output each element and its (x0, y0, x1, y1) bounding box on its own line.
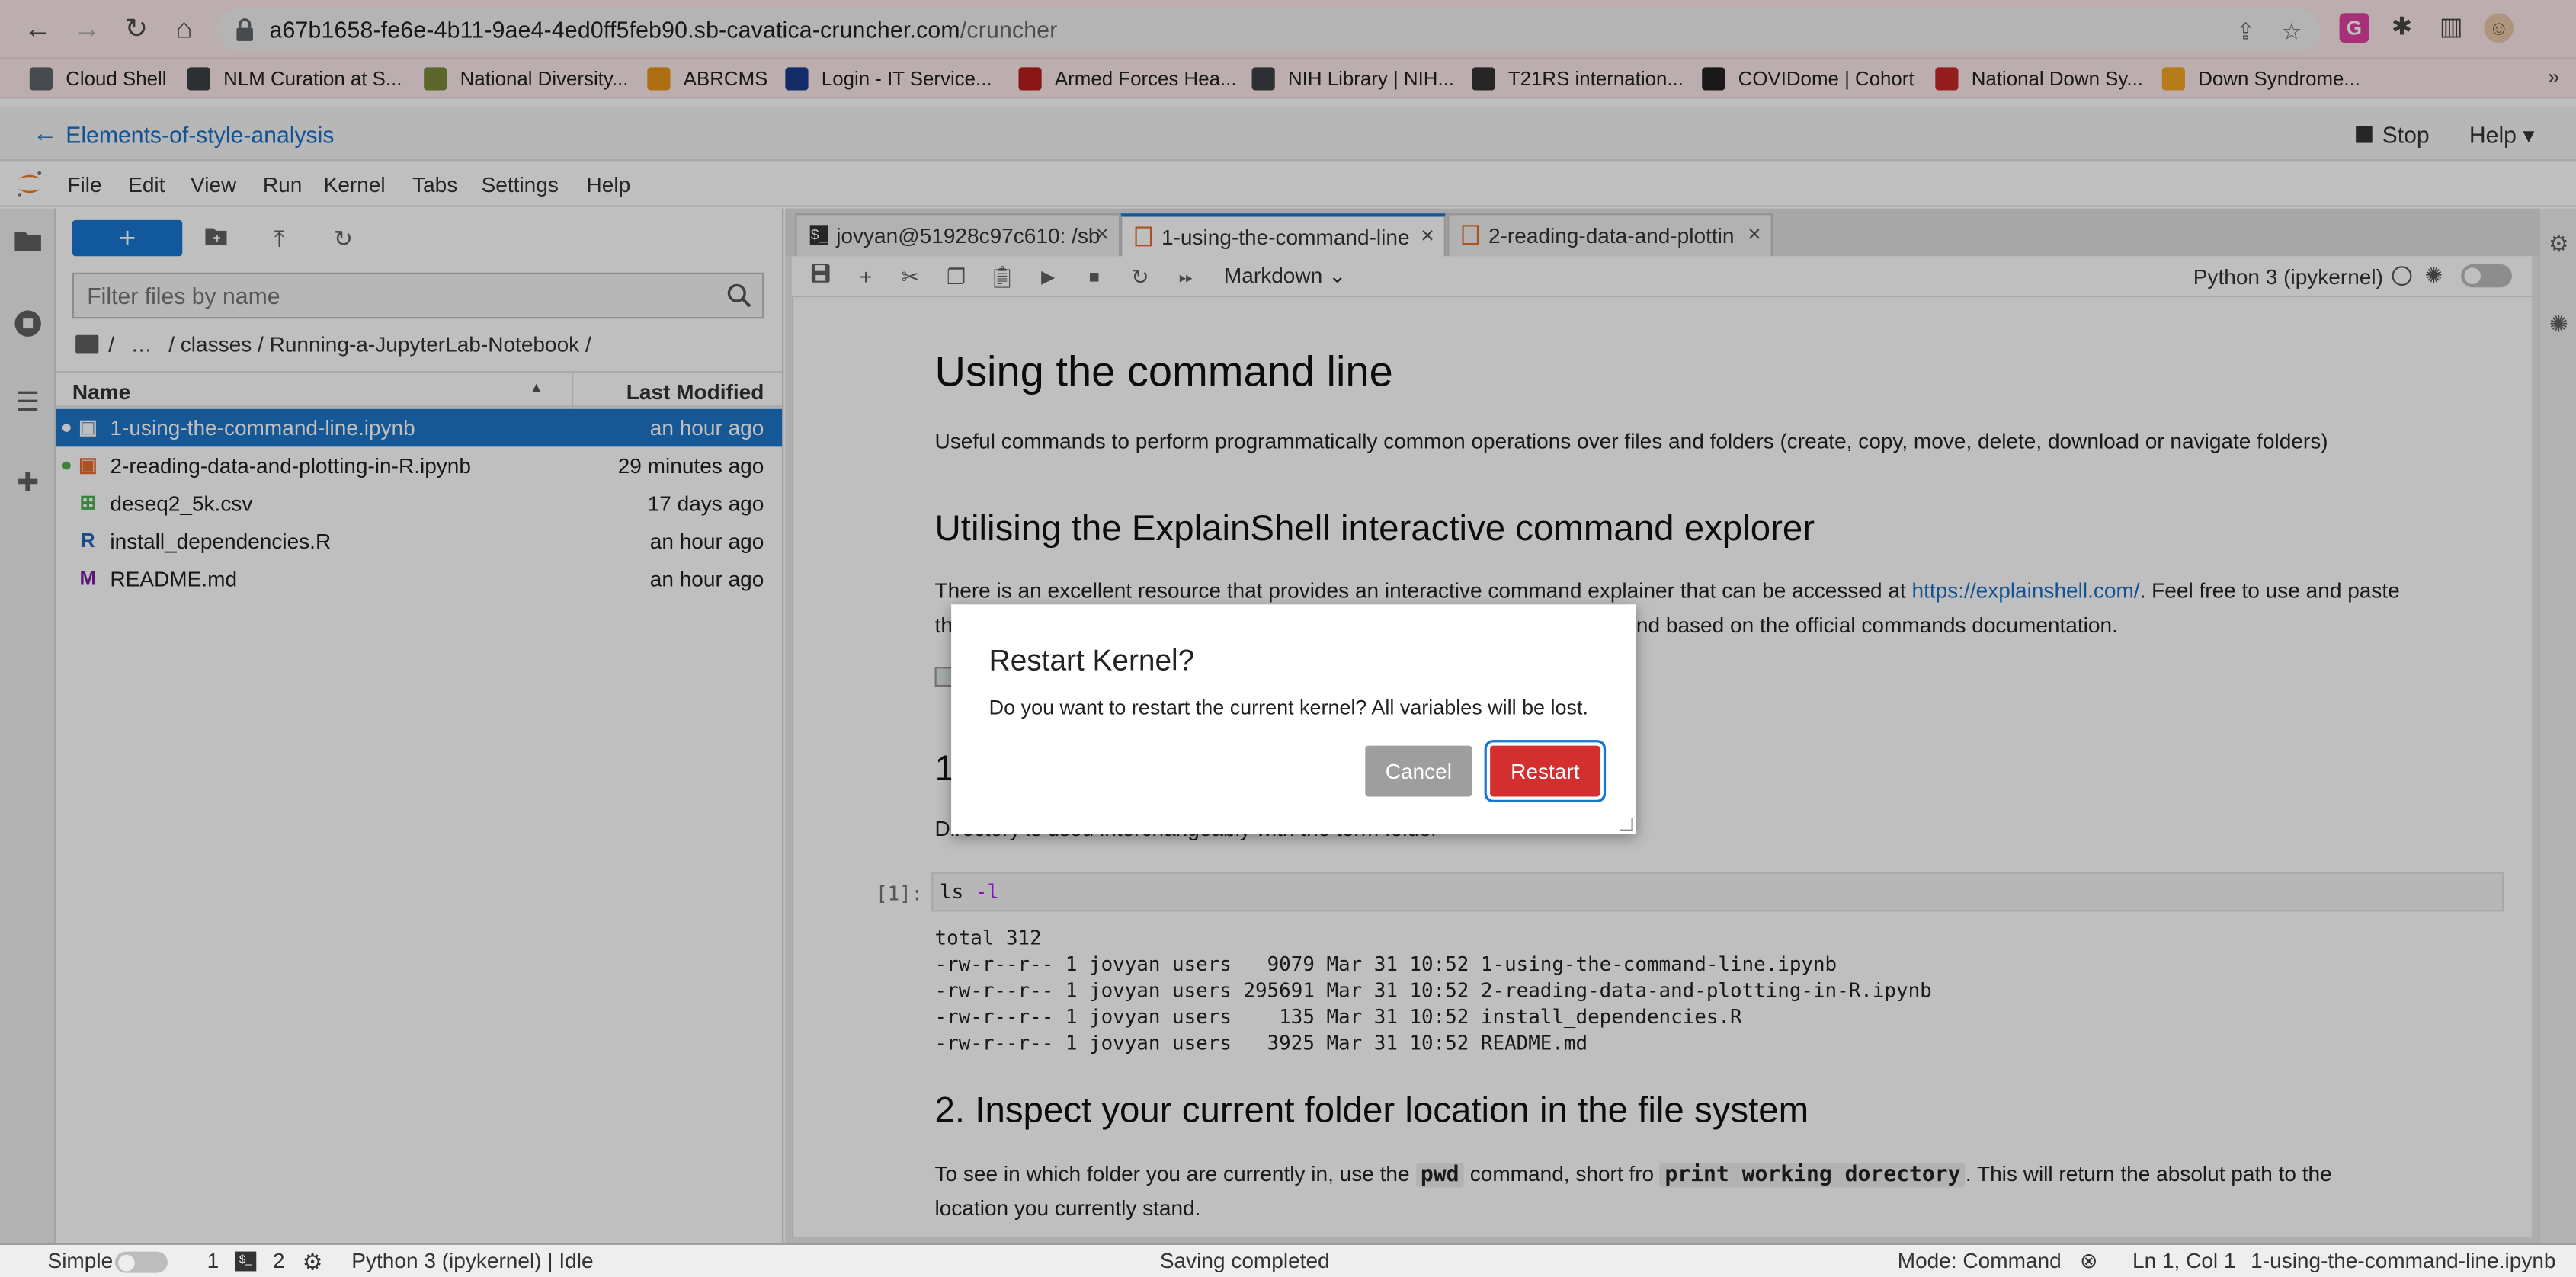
trusted-shield-icon[interactable]: ⊗ (2080, 1248, 2098, 1274)
terminal-count[interactable]: 1 (207, 1248, 219, 1272)
status-bar: Simple 1 $_ 2 ⚙ Python 3 (ipykernel) | I… (0, 1243, 2576, 1277)
dialog-message: Do you want to restart the current kerne… (988, 696, 1588, 720)
kernel-status[interactable]: Python 3 (ipykernel) | Idle (351, 1248, 593, 1272)
notebook-mode[interactable]: Mode: Command (1898, 1248, 2062, 1272)
kernel-count[interactable]: 2 (273, 1248, 285, 1272)
resize-handle-icon[interactable] (1620, 818, 1633, 831)
simple-mode-switch[interactable] (114, 1251, 168, 1273)
simple-mode-label: Simple (47, 1248, 114, 1273)
restart-button[interactable]: Restart (1490, 745, 1600, 797)
save-status: Saving completed (1159, 1248, 1330, 1273)
kernel-gear-icon: ⚙ (302, 1248, 323, 1275)
active-filename[interactable]: 1-using-the-command-line.ipynb (2251, 1248, 2555, 1272)
screen: ← → ↻ ⌂ a67b1658-fe6e-4b11-9ae4-4ed0ff5f… (0, 0, 2576, 1277)
terminal-icon: $_ (235, 1251, 257, 1272)
cursor-position[interactable]: Ln 1, Col 1 (2132, 1248, 2236, 1272)
restart-kernel-dialog: Restart Kernel? Do you want to restart t… (951, 604, 1636, 835)
dialog-title: Restart Kernel? (988, 643, 1195, 677)
cancel-button[interactable]: Cancel (1365, 745, 1472, 797)
